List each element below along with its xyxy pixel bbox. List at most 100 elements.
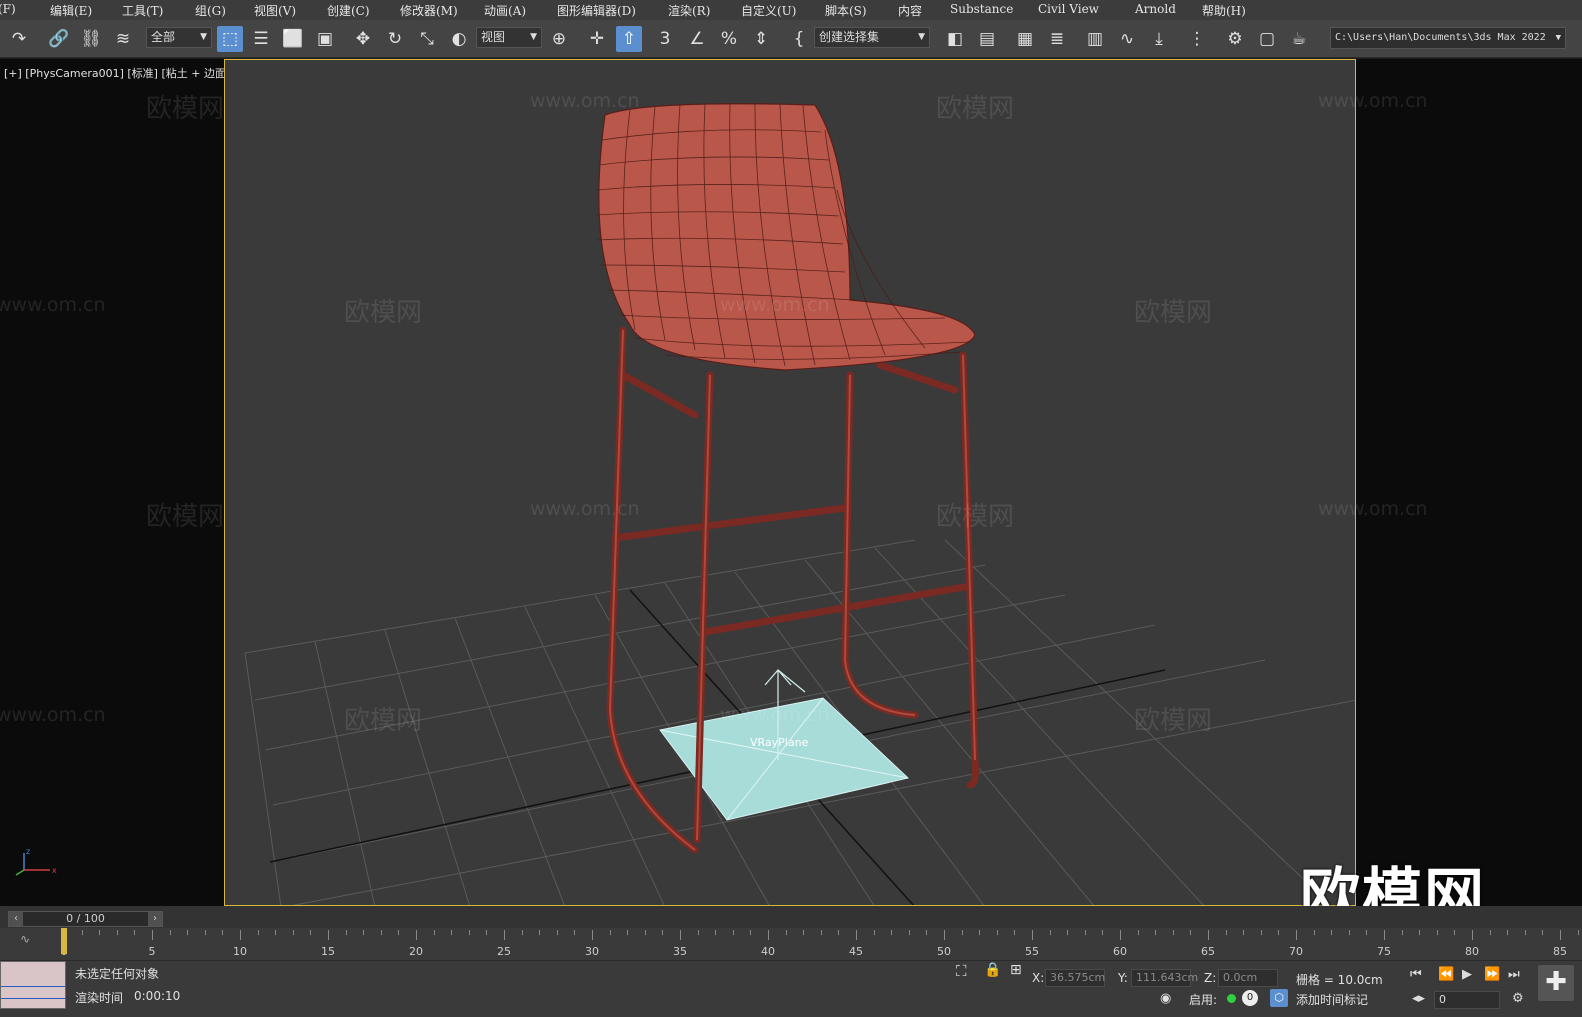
redo-icon[interactable]: ↷: [6, 26, 32, 52]
chevron-down-icon: ▼: [918, 32, 925, 42]
track-bar[interactable]: ∿ 0510152025303540455055606570758085: [0, 928, 1582, 960]
menu-animation[interactable]: 动画(A): [484, 2, 526, 19]
add-time-tag[interactable]: 添加时间标记: [1296, 991, 1368, 1008]
track-tick: [856, 930, 857, 940]
time-config-icon[interactable]: ⚙: [1512, 991, 1524, 1006]
link-icon[interactable]: 🔗: [46, 26, 72, 52]
maxscript-listener[interactable]: [0, 961, 66, 1009]
track-tick: [1102, 930, 1104, 935]
menu-arnold[interactable]: Arnold: [1135, 2, 1176, 16]
reference-coord-dropdown[interactable]: 视图 ▼: [476, 27, 542, 48]
x-coordinate-field[interactable]: 36.575cm: [1045, 969, 1105, 987]
track-tick-label: 30: [585, 945, 599, 958]
menu-create[interactable]: 创建(C): [327, 2, 370, 19]
watermark-brand: 欧模网: [146, 502, 225, 532]
menu-modifiers[interactable]: 修改器(M): [400, 2, 458, 19]
next-key-icon[interactable]: ⏩: [1484, 967, 1500, 982]
keyboard-shortcut-override-icon[interactable]: ⇧: [616, 26, 642, 52]
mirror-icon[interactable]: ◧: [942, 26, 968, 52]
menu-substance[interactable]: Substance: [950, 2, 1013, 16]
pivot-center-icon[interactable]: ⊕: [546, 26, 572, 52]
enable-count[interactable]: 0: [1242, 990, 1258, 1006]
viewport-label[interactable]: [+] [PhysCamera001] [标准] [粘土 + 边面]: [4, 65, 230, 81]
align-icon[interactable]: ▤: [974, 26, 1000, 52]
place-icon[interactable]: ◐: [446, 26, 472, 52]
menu-help[interactable]: 帮助(H): [1202, 2, 1246, 19]
move-icon[interactable]: ✥: [350, 26, 376, 52]
key-mode-icon[interactable]: ◂▸: [1412, 991, 1425, 1006]
y-coordinate-field[interactable]: 111.643cm: [1131, 969, 1198, 987]
select-object-icon[interactable]: ⬚: [217, 26, 243, 52]
watermark-brand: 欧模网: [1134, 298, 1213, 328]
named-selection-dropdown[interactable]: 创建选择集 ▼: [814, 27, 930, 48]
menu-edit[interactable]: 编辑(E): [50, 2, 92, 19]
track-tick-label: 50: [937, 945, 951, 958]
track-tick: [1577, 930, 1579, 935]
curve-editor-icon[interactable]: ∿: [1114, 26, 1140, 52]
adaptive-degradation-icon[interactable]: ◉: [1160, 991, 1171, 1006]
unlink-icon[interactable]: ⛓: [78, 26, 104, 52]
menu-content[interactable]: 内容: [898, 2, 922, 19]
previous-key-icon[interactable]: ⏪: [1438, 967, 1454, 982]
percent-snap-icon[interactable]: %: [716, 26, 742, 52]
ribbon-toggle-icon[interactable]: ▥: [1082, 26, 1108, 52]
track-tick: [820, 930, 822, 935]
track-tick-label: 25: [497, 945, 511, 958]
render-setup-icon[interactable]: ⚙: [1222, 26, 1248, 52]
render-production-icon[interactable]: ☕: [1286, 26, 1312, 52]
next-frame-icon[interactable]: ›: [148, 912, 162, 926]
menu-group[interactable]: 组(G): [195, 2, 226, 19]
previous-frame-icon[interactable]: ‹: [9, 912, 23, 926]
play-icon[interactable]: ▶: [1462, 967, 1472, 982]
window-crossing-icon[interactable]: ▣: [312, 26, 338, 52]
camera-viewport[interactable]: VRayPlane: [224, 59, 1356, 906]
schematic-view-icon[interactable]: ⋮: [1184, 26, 1210, 52]
bind-space-warp-icon[interactable]: ≋: [110, 26, 136, 52]
x-label: X:: [1032, 971, 1045, 985]
track-tick: [1208, 930, 1209, 940]
track-tick: [328, 930, 329, 940]
go-to-start-icon[interactable]: ⏮: [1410, 967, 1422, 982]
layer-explorer-icon[interactable]: ≣: [1044, 26, 1070, 52]
select-manipulate-icon[interactable]: ✛: [584, 26, 610, 52]
menu-view[interactable]: 视图(V): [254, 2, 296, 19]
menu-customize[interactable]: 自定义(U): [741, 2, 796, 19]
scale-icon[interactable]: ⤡: [414, 26, 440, 52]
track-tick: [1137, 930, 1139, 935]
lock-icon[interactable]: 🔒: [984, 962, 1001, 978]
selection-filter-dropdown[interactable]: 全部 ▼: [146, 27, 212, 48]
menu-scripting[interactable]: 脚本(S): [825, 2, 867, 19]
rectangular-selection-icon[interactable]: ⬜: [280, 26, 306, 52]
time-slider[interactable]: ‹ 0 / 100 ›: [8, 911, 163, 927]
current-frame-field[interactable]: 0: [1434, 991, 1500, 1009]
time-tag-icon[interactable]: ⬡: [1270, 989, 1288, 1007]
track-tick: [257, 930, 259, 935]
angle-snap-icon[interactable]: ∠: [684, 26, 710, 52]
menu-tools[interactable]: 工具(T): [122, 2, 163, 19]
track-tick: [240, 930, 241, 940]
z-coordinate-field[interactable]: 0.0cm: [1218, 969, 1278, 987]
dope-sheet-icon[interactable]: ⤓: [1146, 26, 1172, 52]
time-cursor[interactable]: [61, 928, 67, 954]
menu-file[interactable]: (F): [0, 2, 16, 16]
zoom-extents-icon[interactable]: ✚: [1538, 965, 1574, 1001]
track-tick: [556, 930, 558, 935]
select-by-name-icon[interactable]: ☰: [248, 26, 274, 52]
chair-seat: [595, 103, 976, 371]
go-to-end-icon[interactable]: ⏭: [1508, 967, 1520, 982]
mini-curve-editor-icon[interactable]: ∿: [20, 932, 30, 946]
spinner-snap-icon[interactable]: ⇕: [748, 26, 774, 52]
menu-rendering[interactable]: 渲染(R): [668, 2, 710, 19]
menu-civil-view[interactable]: Civil View: [1038, 2, 1099, 16]
project-path-field[interactable]: C:\Users\Han\Documents\3ds Max 2022 ▼: [1330, 27, 1566, 49]
rendered-frame-window-icon[interactable]: ▢: [1254, 26, 1280, 52]
track-tick: [380, 930, 382, 935]
snaps-toggle-icon[interactable]: 3: [652, 26, 678, 52]
left-viewport-area: [0, 59, 224, 906]
absolute-mode-icon[interactable]: ⊞: [1010, 962, 1022, 978]
scene-explorer-icon[interactable]: ▦: [1012, 26, 1038, 52]
rotate-icon[interactable]: ↻: [382, 26, 408, 52]
menu-graph-editors[interactable]: 图形编辑器(D): [557, 2, 636, 19]
isolate-selection-icon[interactable]: ⛶: [956, 962, 967, 980]
edit-named-selection-icon[interactable]: {: [786, 26, 812, 52]
